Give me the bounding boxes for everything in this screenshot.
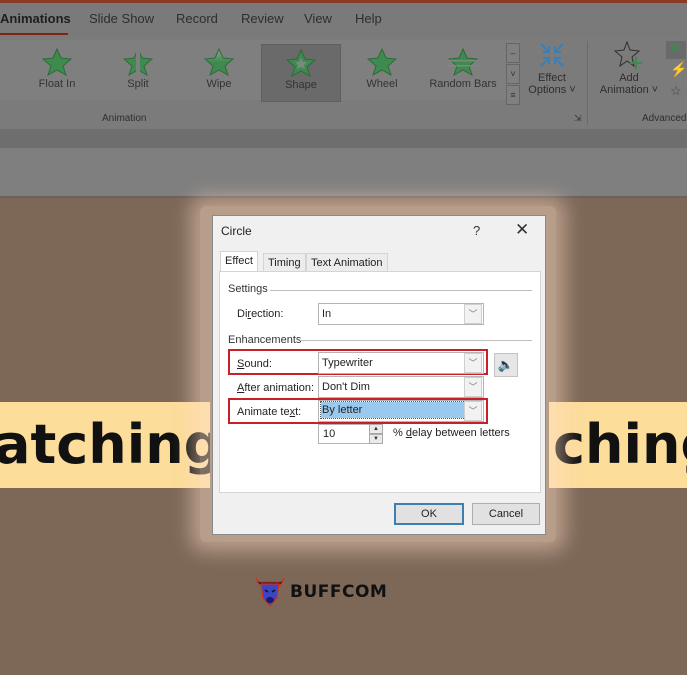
ribbon: Float In Split Wipe Shape Wheel Random B… <box>0 37 687 130</box>
star-shape-icon <box>286 49 316 77</box>
add-animation-label: Add <box>619 72 639 84</box>
after-animation-select[interactable]: Don't Dim ﹀ <box>318 376 484 398</box>
delay-input[interactable]: 10 <box>318 424 370 444</box>
sound-label: Sound: <box>237 358 272 370</box>
animation-painter-star-icon[interactable]: ☆ <box>670 83 682 99</box>
animation-random-bars[interactable]: Random Bars <box>424 44 502 100</box>
cancel-button[interactable]: Cancel <box>472 503 540 525</box>
tab-animations[interactable]: Animations <box>0 11 71 26</box>
direction-select[interactable]: In ﹀ <box>318 303 484 325</box>
animate-text-value: By letter <box>320 401 468 419</box>
effect-panel: Settings Direction: In ﹀ Enhancements So… <box>219 271 541 493</box>
animation-split[interactable]: Split <box>99 44 177 100</box>
chevron-down-icon[interactable]: ﹀ <box>464 377 482 397</box>
gallery-scroll-up-button[interactable]: – <box>506 43 520 63</box>
animate-text-label: Animate text: <box>237 406 302 418</box>
ok-button[interactable]: OK <box>394 503 464 525</box>
chevron-down-icon[interactable]: ﹀ <box>464 353 482 373</box>
effect-options-button[interactable]: Effect Options ˅ <box>524 41 580 96</box>
tab-slide-show[interactable]: Slide Show <box>89 11 154 26</box>
animation-label: Wheel <box>366 78 398 90</box>
animation-wipe[interactable]: Wipe <box>180 44 258 100</box>
enhancements-section-label: Enhancements <box>228 334 302 346</box>
delay-value: 10 <box>323 428 336 440</box>
effect-options-icon <box>540 43 564 67</box>
slide-word-left: atching <box>0 402 210 488</box>
add-animation-label-2: Animation ˅ <box>599 84 659 96</box>
dialog-title: Circle <box>221 224 252 238</box>
direction-label: Direction: <box>237 308 284 320</box>
animation-wheel[interactable]: Wheel <box>343 44 421 100</box>
star-wipe-icon <box>204 48 234 76</box>
gallery-scroll-down-button[interactable]: ˅ <box>506 64 520 84</box>
add-star-icon <box>613 40 642 69</box>
effect-options-label-2: Options ˅ <box>528 84 576 96</box>
dialog-launcher-icon[interactable]: ⇲ <box>574 113 582 124</box>
sound-value: Typewriter <box>322 357 373 369</box>
dialog-tab-timing[interactable]: Timing <box>263 253 306 273</box>
animation-shape[interactable]: Shape <box>261 44 341 102</box>
after-animation-label: After animation: <box>237 382 315 394</box>
animation-pane-icon[interactable]: ⊞ <box>666 41 686 59</box>
star-split-icon <box>123 48 153 76</box>
animate-text-select[interactable]: By letter ﹀ <box>318 400 484 422</box>
animation-label: Split <box>127 78 149 90</box>
brand-name: BUFFCOM <box>290 582 388 602</box>
divider <box>300 340 532 341</box>
trigger-lightning-icon[interactable]: ⚡ <box>670 61 687 78</box>
star-icon <box>367 48 397 76</box>
delay-suffix-label: % delay between letters <box>393 427 510 439</box>
animation-label: Wipe <box>206 78 232 90</box>
animation-float-in[interactable]: Float In <box>18 44 96 100</box>
sound-select[interactable]: Typewriter ﹀ <box>318 352 484 374</box>
gallery-more-button[interactable]: ≡ <box>506 85 520 105</box>
ribbon-tab-bar: Animations Slide Show Record Review View… <box>0 3 687 37</box>
animation-label: Random Bars <box>429 78 497 90</box>
slide-text-left: atching <box>0 413 210 476</box>
speaker-icon: 🔈 <box>497 357 515 372</box>
star-bars-icon <box>448 48 478 76</box>
dialog-tab-text-animation[interactable]: Text Animation <box>306 253 388 273</box>
bull-logo-icon <box>255 577 285 607</box>
sound-volume-button[interactable]: 🔈 <box>494 353 518 377</box>
tab-review[interactable]: Review <box>241 11 284 26</box>
spin-up-icon[interactable]: ▲ <box>369 424 383 434</box>
tab-record[interactable]: Record <box>176 11 218 26</box>
gallery-scroll: – ˅ ≡ <box>506 43 520 105</box>
ribbon-lower-bar <box>0 129 687 148</box>
dialog-tab-effect[interactable]: Effect <box>220 251 258 273</box>
settings-section-label: Settings <box>228 283 268 295</box>
chevron-down-icon[interactable]: ﹀ <box>464 401 482 421</box>
spin-down-icon[interactable]: ▼ <box>369 434 383 444</box>
star-icon <box>42 48 72 76</box>
group-label-advanced: Advanced <box>642 113 687 124</box>
delay-spinner[interactable]: ▲ ▼ <box>369 424 383 444</box>
slide-word-right: ching <box>549 402 687 488</box>
animation-label: Float In <box>38 78 76 90</box>
brand-logo: BUFFCOM <box>254 574 387 613</box>
divider <box>270 290 532 291</box>
animation-label: Shape <box>285 79 317 91</box>
direction-value: In <box>322 308 332 320</box>
close-button[interactable]: ✕ <box>515 220 529 240</box>
effect-options-dialog: Circle ? ✕ Effect Timing Text Animation … <box>212 215 546 535</box>
group-separator <box>587 41 588 125</box>
chevron-down-icon[interactable]: ﹀ <box>464 304 482 324</box>
group-label-animation: Animation <box>102 113 147 124</box>
slide-text-right: ching <box>553 413 687 476</box>
help-button[interactable]: ? <box>473 223 480 238</box>
tab-view[interactable]: View <box>304 11 332 26</box>
effect-options-label: Effect <box>538 72 566 84</box>
after-animation-value: Don't Dim <box>322 381 370 393</box>
formula-area <box>0 148 687 198</box>
tab-help[interactable]: Help <box>355 11 382 26</box>
add-animation-button[interactable]: Add Animation ˅ <box>596 40 662 96</box>
animation-gallery: Float In Split Wipe Shape Wheel Random B… <box>0 40 520 105</box>
active-tab-indicator <box>0 33 68 35</box>
